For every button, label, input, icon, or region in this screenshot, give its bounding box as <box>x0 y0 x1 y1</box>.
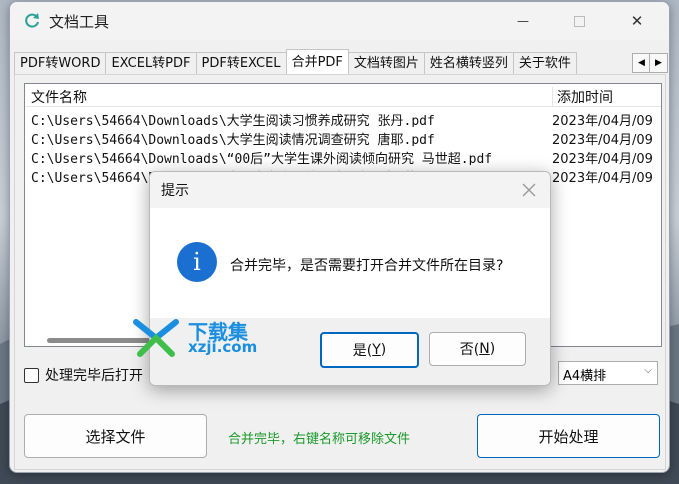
start-processing-button[interactable]: 开始处理 <box>477 414 660 458</box>
open-after-checkbox[interactable] <box>24 367 39 383</box>
no-label-tail: ) <box>489 341 496 357</box>
close-button[interactable]: ✕ <box>614 7 660 35</box>
no-label: 否( <box>459 342 480 358</box>
file-row[interactable]: C:\Users\54664\Downloads\大学生阅读情况调查研究_唐耶.… <box>25 127 661 146</box>
tab-name-vertical[interactable]: 姓名横转竖列 <box>423 52 514 74</box>
maximize-button[interactable] <box>556 7 602 35</box>
chevron-down-icon: ⌵ <box>644 365 652 376</box>
dialog-title-bar: 提示 <box>150 172 550 208</box>
confirm-dialog: 提示 i 合并完毕，是否需要打开合并文件所在目录? 是(Y) 否(N) <box>149 171 551 386</box>
tab-excel-to-pdf[interactable]: EXCEL转PDF <box>105 52 197 74</box>
tab-pdf-to-word[interactable]: PDF转WORD <box>14 52 107 74</box>
file-time: 2023年/04月/09 <box>552 152 653 165</box>
tab-pdf-to-excel[interactable]: PDF转EXCEL <box>195 52 287 74</box>
window-title: 文档工具 <box>49 13 110 31</box>
yes-label-tail: ) <box>380 342 387 358</box>
no-accelerator: N <box>479 341 490 357</box>
file-time: 2023年/04月/09 <box>552 133 653 146</box>
page-layout-value: A4横排 <box>563 369 607 384</box>
column-header-time[interactable]: 添加时间 <box>552 87 613 106</box>
info-icon: i <box>177 242 217 282</box>
dialog-title: 提示 <box>161 183 189 199</box>
title-bar: 文档工具 — ✕ <box>10 2 669 40</box>
yes-button[interactable]: 是(Y) <box>320 332 419 368</box>
file-row[interactable]: C:\Users\54664\Downloads\“00后”大学生课外阅读倾向研… <box>25 146 661 165</box>
open-after-option[interactable]: 处理完毕后打开 <box>24 365 143 385</box>
file-name: C:\Users\54664\Downloads\大学生阅读习惯养成研究_张丹.… <box>31 114 435 127</box>
minimize-icon: — <box>517 14 529 28</box>
file-time: 2023年/04月/09 <box>552 171 653 184</box>
file-name: C:\Users\54664\Downloads\“00后”大学生课外阅读倾向研… <box>31 152 493 165</box>
yes-accelerator: Y <box>372 342 381 358</box>
close-icon: ✕ <box>630 12 644 30</box>
minimize-button[interactable]: — <box>500 7 546 35</box>
status-message: 合并完毕，右键名称可移除文件 <box>228 432 411 447</box>
tab-strip: PDF转WORD EXCEL转PDF PDF转EXCEL 合并PDF 文档转图片… <box>14 49 577 74</box>
tab-doc-to-image[interactable]: 文档转图片 <box>347 52 425 74</box>
dialog-body: i 合并完毕，是否需要打开合并文件所在目录? <box>150 208 550 318</box>
file-list-header: 文件名称 添加时间 <box>25 84 661 107</box>
page-layout-select[interactable]: A4横排 ⌵ <box>558 361 658 385</box>
no-button[interactable]: 否(N) <box>429 332 526 366</box>
tab-about[interactable]: 关于软件 <box>512 52 577 74</box>
dialog-message: 合并完毕，是否需要打开合并文件所在目录? <box>230 258 504 274</box>
file-name: C:\Users\54664\Downloads\大学生阅读情况调查研究_唐耶.… <box>31 133 435 146</box>
open-after-label: 处理完毕后打开 <box>45 368 143 384</box>
close-icon[interactable] <box>520 181 538 199</box>
file-time: 2023年/04月/09 <box>552 114 653 127</box>
tab-merge-pdf[interactable]: 合并PDF <box>285 49 349 74</box>
refresh-icon <box>25 13 39 28</box>
horizontal-scrollbar[interactable] <box>47 338 162 343</box>
tab-scroll-right-icon[interactable]: ▶ <box>649 53 668 73</box>
select-files-button[interactable]: 选择文件 <box>24 414 207 458</box>
maximize-icon <box>573 15 585 27</box>
column-header-name[interactable]: 文件名称 <box>31 87 87 107</box>
file-row[interactable]: C:\Users\54664\Downloads\大学生阅读习惯养成研究_张丹.… <box>25 108 661 127</box>
yes-label: 是( <box>352 343 373 359</box>
